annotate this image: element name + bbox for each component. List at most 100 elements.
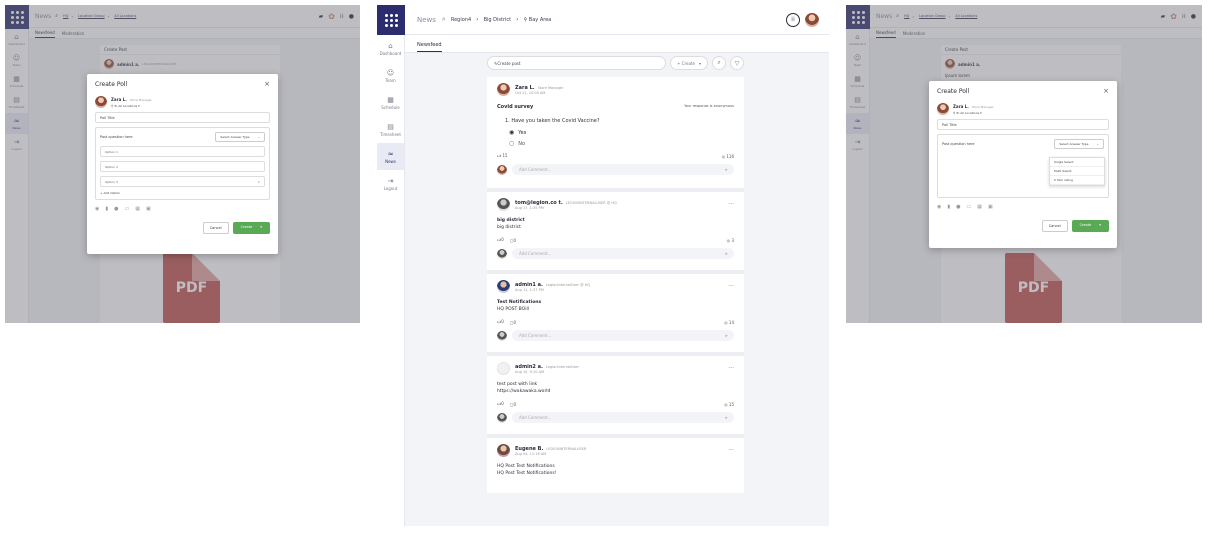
remove-option-icon[interactable]: × <box>257 180 260 184</box>
option-1-input[interactable]: Option 1 <box>100 146 265 157</box>
comment-input[interactable]: Add Comment... ➤ <box>512 330 734 341</box>
more-options-icon[interactable]: ··· <box>728 201 734 208</box>
answer-type-multi[interactable]: Multi Select <box>1050 167 1104 176</box>
close-icon[interactable]: × <box>1103 87 1109 95</box>
more-options-icon[interactable]: ··· <box>728 283 734 290</box>
list-icon[interactable]: ▭ <box>967 204 972 210</box>
comment-input[interactable]: Add Comment... ➤ <box>512 164 734 175</box>
user-avatar[interactable] <box>805 12 819 27</box>
like-button[interactable]: 👍︎0 <box>497 237 504 243</box>
comment-icon[interactable]: ▮ <box>105 206 108 212</box>
survey-question: 1. Have you taken the Covid Vaccine? <box>505 118 600 124</box>
answer-type-select[interactable]: Select Answer Type ⌄ <box>1054 139 1104 149</box>
emoji-icon[interactable]: ● <box>114 206 118 212</box>
more-options-icon[interactable]: ··· <box>728 447 734 454</box>
filter-button[interactable]: ▽ <box>730 56 744 70</box>
comment-icon[interactable]: ▮ <box>947 204 950 210</box>
option-3-input[interactable]: Option 3 × <box>100 176 265 187</box>
search-icon[interactable]: ⌕ <box>442 15 446 24</box>
app-logo[interactable] <box>377 5 405 35</box>
timesheet-icon: ▤ <box>387 122 394 131</box>
rail-timesheet[interactable]: ▤ Timesheet <box>377 116 404 143</box>
tab-newsfeed[interactable]: Newsfeed <box>417 42 442 52</box>
eye-icon: ◎ <box>721 153 726 159</box>
send-icon[interactable]: ➤ <box>725 415 728 420</box>
side-rail: ⌂ Dashboard ☺ Team ▦ Schedule ▤ Timesheet ≈ N… <box>377 5 405 526</box>
eye-icon: ◎ <box>724 319 728 325</box>
post-date: Aug 04, 11:16 AM <box>515 451 547 456</box>
eye-icon: ◎ <box>726 237 731 243</box>
rail-news[interactable]: ≈ News <box>377 143 404 170</box>
image-icon[interactable]: ◉ <box>95 206 99 212</box>
rail-logout[interactable]: ⇥ Logout <box>377 170 404 197</box>
cancel-button[interactable]: Cancel <box>1041 220 1068 232</box>
poll-title-input[interactable]: Poll Title <box>937 119 1109 130</box>
post-link[interactable]: https://wakawaka.world <box>497 389 550 394</box>
answer-type-select[interactable]: Select Answer Type ⌄ <box>215 132 265 142</box>
location-select[interactable]: ⚲ To All Locations ▾ <box>111 104 152 108</box>
rail-dashboard[interactable]: ⌂ Dashboard <box>377 35 404 62</box>
comment-button[interactable]: ▢0 <box>510 238 516 243</box>
send-icon[interactable]: ➤ <box>725 167 728 172</box>
breadcrumb-region[interactable]: Region4 <box>451 17 471 23</box>
like-button[interactable]: 👍︎ 15 <box>497 153 508 159</box>
rail-schedule[interactable]: ▦ Schedule <box>377 89 404 116</box>
post-author: Eugene B. <box>515 445 544 452</box>
cancel-button[interactable]: Cancel <box>202 222 229 234</box>
answer-yes[interactable]: ◉ Yes <box>509 129 734 136</box>
create-dropdown-button[interactable]: + Create ▾ <box>670 56 708 70</box>
more-options-icon[interactable]: ··· <box>728 365 734 372</box>
close-icon[interactable]: × <box>264 80 270 88</box>
breadcrumb-location[interactable]: ⚲ Bay Area <box>524 17 552 23</box>
send-icon[interactable]: ➤ <box>725 333 728 338</box>
image-icon[interactable]: ◉ <box>937 204 941 210</box>
center-screenshot: ⌂ Dashboard ☺ Team ▦ Schedule ▤ Timesheet ≈ N… <box>377 5 829 526</box>
radio-checked-icon: ◉ <box>509 129 515 136</box>
answer-no[interactable]: ○ No <box>509 140 734 147</box>
chevron-down-icon: ⌄ <box>1096 142 1099 146</box>
create-button[interactable]: Create ▾ <box>1071 220 1109 232</box>
comment-input[interactable]: Add Comment... ➤ <box>512 248 734 259</box>
chevron-right-icon: › <box>516 16 519 23</box>
avatar <box>497 330 507 341</box>
file-icon[interactable]: ▣ <box>988 204 993 210</box>
comment-button[interactable]: ▢0 <box>510 320 516 325</box>
question-input[interactable]: Post question here <box>100 135 133 139</box>
search-button[interactable]: ⌕ <box>712 56 726 70</box>
apps-grid-icon[interactable]: ⁞⁞ <box>786 12 800 27</box>
poster-name: Zara L. <box>111 96 127 102</box>
post-date: Aug 10, 9:10 AM <box>515 369 545 374</box>
breadcrumb-district[interactable]: Big District <box>484 17 512 23</box>
like-button[interactable]: 👍︎0 <box>497 319 504 325</box>
poster-role: Store Manager <box>129 97 152 102</box>
location-select[interactable]: ⚲ To All Locations ▾ <box>953 111 994 115</box>
post-body: big district big district <box>497 218 525 230</box>
comment-input[interactable]: Add Comment... ➤ <box>512 412 734 423</box>
answer-type-single[interactable]: Single Select <box>1050 158 1104 167</box>
survey-title: Covid survey <box>497 104 534 110</box>
comment-button[interactable]: ▢0 <box>510 402 516 407</box>
list-icon[interactable]: ▭ <box>125 206 130 212</box>
chevron-down-icon: ⌄ <box>257 135 260 139</box>
question-input[interactable]: Post question here <box>942 142 975 146</box>
like-button[interactable]: 👍︎0 <box>497 401 504 407</box>
emoji-icon[interactable]: ● <box>956 204 960 210</box>
calendar-icon[interactable]: ▦ <box>135 206 140 212</box>
send-icon[interactable]: ➤ <box>725 251 728 256</box>
create-post-input[interactable]: ✎ Create post <box>487 56 667 70</box>
add-option-button[interactable]: + Add Option <box>100 191 265 195</box>
poll-title-input[interactable]: Poll Title <box>95 112 270 123</box>
answer-type-star[interactable]: 5 Star rating <box>1050 176 1104 185</box>
option-2-input[interactable]: Option 2 <box>100 161 265 172</box>
avatar <box>497 198 510 211</box>
file-icon[interactable]: ▣ <box>146 206 151 212</box>
create-poll-modal: Create Poll × Zara L. Store Manager ⚲ To A… <box>87 74 278 254</box>
logout-icon: ⇥ <box>387 176 394 185</box>
post-author: tom@legion.co t. <box>515 199 563 206</box>
post-item: tom@legion.co t. LEGIONINTERNALUSER @ HQ … <box>487 192 744 272</box>
create-post-row: ✎ Create post + Create ▾ ⌕ ▽ <box>487 56 744 70</box>
create-button[interactable]: Create ▾ <box>232 222 270 234</box>
thumbs-up-icon: 👍︎ <box>497 153 502 158</box>
calendar-icon[interactable]: ▦ <box>977 204 982 210</box>
rail-team[interactable]: ☺ Team <box>377 62 404 89</box>
